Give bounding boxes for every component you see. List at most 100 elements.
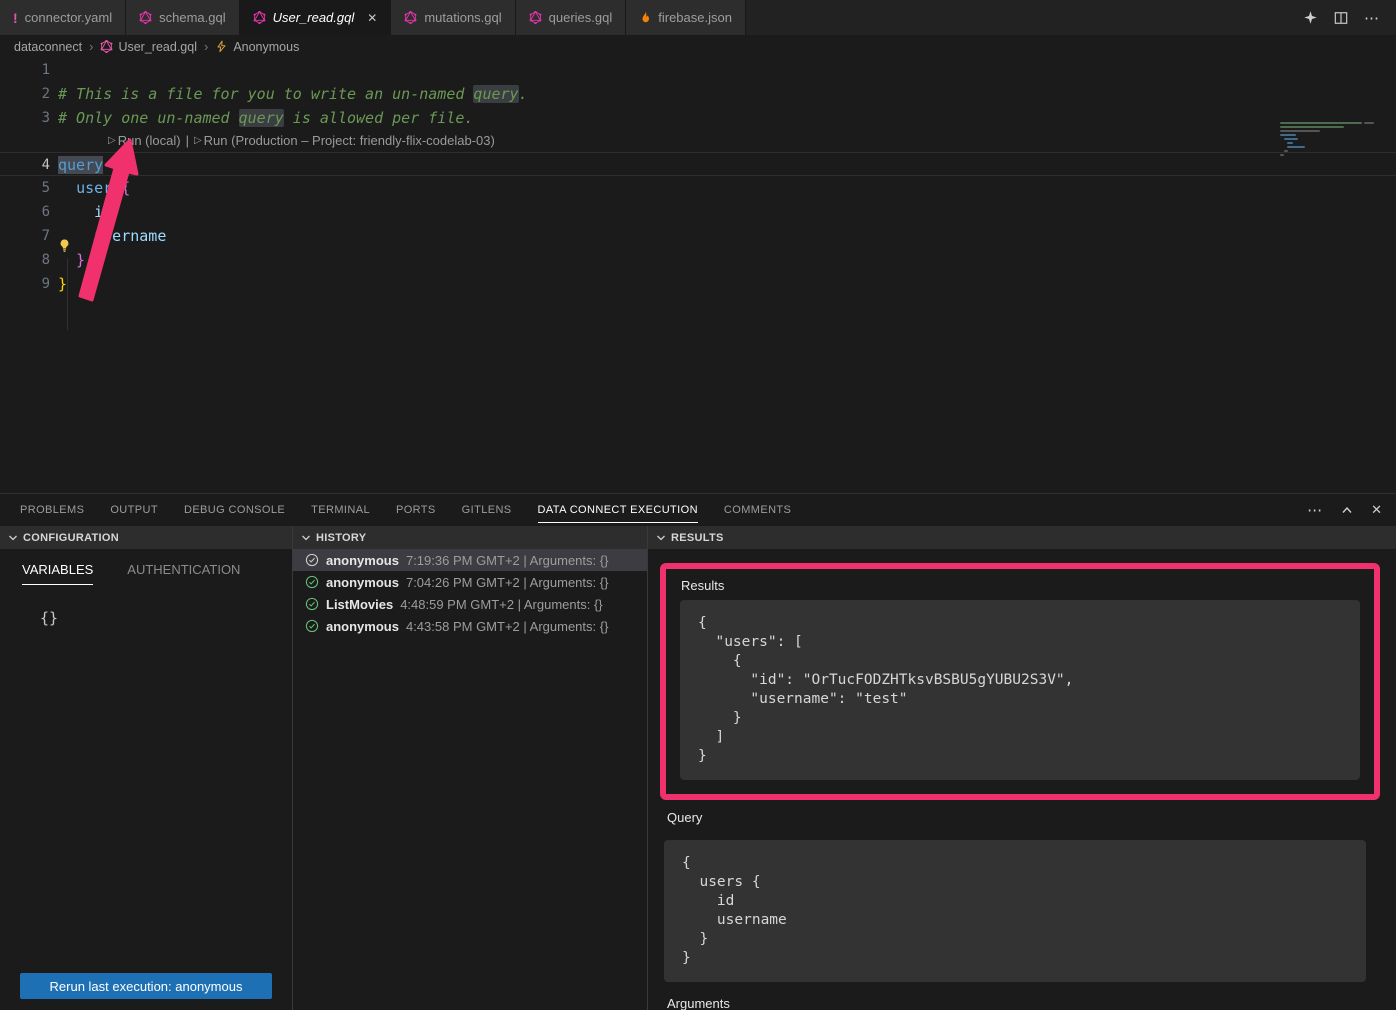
panel-tab[interactable]: PROBLEMS [20,504,84,516]
code-token: } [58,251,85,269]
close-panel-icon[interactable]: ✕ [1371,502,1382,518]
code-token: # This is a file for you to write an un-… [58,85,473,103]
code-line[interactable]: 7 username [0,224,1396,248]
check-circle-icon [305,575,319,589]
history-header[interactable]: HISTORY [293,526,647,549]
history-section: HISTORY anonymous 7:19:36 PM GMT+2 | Arg… [293,526,648,1010]
code-editor[interactable]: 12 # This is a file for you to write an u… [0,58,1396,493]
breadcrumb: dataconnect › User_read.gql › Anonymous [0,35,1396,58]
editor-tab[interactable]: mutations.gql [391,0,515,35]
line-number: 8 [0,248,50,272]
panel-tab-bar: PROBLEMS OUTPUT DEBUG CONSOLE TERMINAL P… [0,494,1396,526]
code-line[interactable]: 3# Only one un-named query is allowed pe… [0,106,1396,130]
code-line[interactable]: 6 id [0,200,1396,224]
history-operation-name: anonymous [326,553,399,568]
editor-tab[interactable]: firebase.json [626,0,746,35]
sparkle-icon[interactable] [1303,10,1318,25]
code-token: { [121,179,130,197]
editor-tab[interactable]: schema.gql [126,0,239,35]
history-row[interactable]: anonymous 4:43:58 PM GMT+2 | Arguments: … [293,615,647,637]
code-token: { [112,156,121,174]
configuration-header[interactable]: CONFIGURATION [0,526,292,549]
breadcrumb-item-dataconnect[interactable]: dataconnect [14,40,82,54]
code-token: query [239,109,284,127]
panel-tab[interactable]: COMMENTS [724,504,791,516]
editor-tab[interactable]: ! connector.yaml [0,0,126,35]
history-row[interactable]: anonymous 7:04:26 PM GMT+2 | Arguments: … [293,571,647,593]
query-label: Query [667,810,1366,825]
lightbulb-icon[interactable] [57,238,72,253]
panel-tab[interactable]: OUTPUT [110,504,158,516]
editor-tab[interactable]: queries.gql [516,0,627,35]
code-token: . [519,85,528,103]
arguments-label: Arguments [667,996,1366,1010]
history-meta: 7:04:26 PM GMT+2 | Arguments: {} [406,575,608,590]
query-code: { users { id username } } [664,840,1366,982]
line-number: 6 [0,200,50,224]
yaml-warning-icon: ! [13,10,18,26]
variables-value[interactable]: {} [40,609,292,627]
line-number: 9 [0,272,50,296]
panel-tab[interactable]: TERMINAL [311,504,370,516]
chevron-down-icon [301,534,311,542]
results-body: Results { "users": [ { "id": "OrTucFODZH… [648,549,1396,1010]
bottom-panel: PROBLEMS OUTPUT DEBUG CONSOLE TERMINAL P… [0,493,1396,1010]
history-meta: 4:48:59 PM GMT+2 | Arguments: {} [400,597,602,612]
breadcrumb-label: Anonymous [233,40,299,54]
breadcrumb-separator: › [89,39,93,54]
editor-tab-label: firebase.json [658,10,732,25]
close-icon[interactable]: ✕ [367,11,377,25]
history-meta: 7:19:36 PM GMT+2 | Arguments: {} [406,553,608,568]
code-line[interactable]: 4 query { [0,152,1396,176]
rerun-button[interactable]: Rerun last execution: anonymous [20,973,272,999]
split-editor-icon[interactable] [1334,11,1348,25]
code-line[interactable]: 2 # This is a file for you to write an un… [0,82,1396,106]
code-line[interactable]: 9} [0,272,1396,296]
code-line[interactable]: 8 } [0,248,1396,272]
graphql-icon [100,40,113,53]
results-header[interactable]: RESULTS [648,526,1396,549]
codelens-run-production[interactable]: ▷Run (Production – Project: friendly-fli… [194,130,495,152]
codelens-line[interactable]: ▷Run (local)|▷Run (Production – Project:… [0,130,1396,152]
code-token: query [473,85,518,103]
panel-tab[interactable]: DEBUG CONSOLE [184,504,285,516]
arguments-section: Arguments {} [664,996,1366,1010]
panel-actions: ⋯ ✕ [1307,494,1396,526]
config-subtab[interactable]: AUTHENTICATION [127,562,240,585]
editor-tab-label: schema.gql [159,10,225,25]
code-line[interactable]: 1 [0,58,1396,82]
editor-tab[interactable]: User_read.gql ✕ [240,0,392,35]
editor-tab-bar: ! connector.yaml schema.gql [0,0,1396,35]
breadcrumb-label: User_read.gql [118,40,197,54]
codelens-run-local[interactable]: ▷Run (local) [108,130,181,152]
line-number: 4 [0,153,50,175]
panel-tab[interactable]: DATA CONNECT EXECUTION [538,504,698,516]
editor-tab-label: User_read.gql [273,10,355,25]
results-title: RESULTS [671,532,724,544]
breadcrumb-item-file[interactable]: User_read.gql [100,40,197,54]
minimap[interactable] [1280,118,1392,166]
panel-tab[interactable]: GITLENS [462,504,512,516]
query-symbol-icon [215,40,228,53]
code-line[interactable]: 5 users{ [0,176,1396,200]
more-actions-icon[interactable]: ⋯ [1364,9,1380,27]
play-icon: ▷ [108,130,116,152]
history-row[interactable]: anonymous 7:19:36 PM GMT+2 | Arguments: … [293,549,647,571]
history-row[interactable]: ListMovies 4:48:59 PM GMT+2 | Arguments:… [293,593,647,615]
panel-more-actions-icon[interactable]: ⋯ [1307,501,1323,519]
vscode-window: ! connector.yaml schema.gql [0,0,1396,1010]
code-token: query [58,156,103,174]
line-number: 5 [0,176,50,200]
line-number: 3 [0,106,50,130]
codelens-divider: | [186,130,189,152]
breadcrumb-item-symbol[interactable]: Anonymous [215,40,299,54]
maximize-panel-icon[interactable] [1341,505,1353,515]
panel-tab[interactable]: PORTS [396,504,436,516]
code-token [103,156,112,174]
check-circle-icon [305,619,319,633]
line-number: 7 [0,224,50,248]
graphql-icon [404,11,417,24]
config-subtab[interactable]: VARIABLES [22,562,93,585]
breadcrumb-separator: › [204,39,208,54]
line-number: 2 [0,82,50,106]
